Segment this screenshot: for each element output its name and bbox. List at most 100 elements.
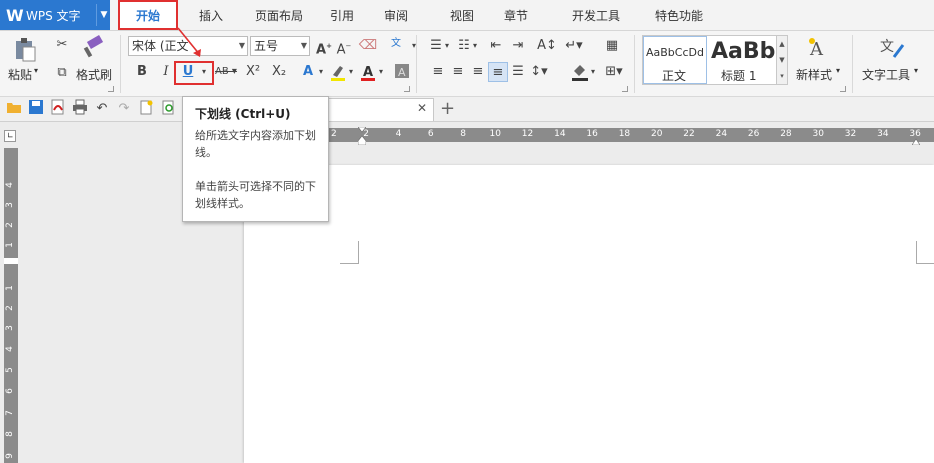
new-tab-icon[interactable]: + (440, 98, 455, 119)
font-color-icon[interactable]: A (358, 62, 378, 82)
document-tab[interactable]: ✕ (320, 98, 434, 121)
ruler-tick-label: 14 (554, 129, 566, 139)
svg-text:A: A (363, 65, 373, 80)
text-tools-icon[interactable]: 文 (878, 35, 906, 61)
right-indent-marker[interactable] (911, 134, 921, 146)
vertical-ruler-margin-mark (4, 258, 18, 264)
ruler-tick-label: 8 (460, 129, 466, 139)
menu-tab[interactable]: 特色功能 (642, 0, 716, 30)
styles-launcher-icon[interactable] (840, 86, 846, 92)
menu-tab[interactable]: 引用 (320, 0, 364, 30)
ruler-tick-label: 24 (715, 129, 728, 139)
table-icon[interactable]: ▦ (602, 36, 622, 56)
align-left-icon[interactable]: ≡ (428, 62, 448, 82)
style-gallery-scroll[interactable]: ▲ ▼ ▾ (776, 35, 788, 85)
menu-tab[interactable]: 章节 (492, 0, 540, 30)
chevron-down-icon[interactable]: ▾ (836, 66, 840, 75)
ruler-tick-label: 4 (4, 182, 15, 188)
style-normal-label: 正文 (662, 69, 687, 83)
ruler-tick-label: 34 (877, 129, 889, 139)
copy-icon[interactable]: ⧉ (52, 63, 72, 83)
italic-button[interactable]: I (156, 62, 176, 82)
left-indent-marker[interactable] (357, 126, 367, 146)
line-spacing-icon[interactable]: ↕▾ (528, 62, 550, 82)
highlight-icon[interactable] (328, 62, 348, 82)
ruler-tick-label: 28 (780, 129, 792, 139)
format-painter-icon[interactable] (80, 35, 106, 61)
svg-text:文: 文 (880, 39, 894, 55)
font-size-combo[interactable]: 五号 ▼ (250, 36, 310, 56)
ruler-tick-label: 30 (812, 129, 824, 139)
menu-tab[interactable]: 开始 (118, 0, 178, 30)
app-menu-button[interactable]: W WPS 文字 ▼ (0, 0, 110, 30)
chevron-down-icon[interactable]: ▾ (316, 62, 326, 82)
chevron-down-icon[interactable]: ▾ (442, 36, 452, 56)
style-normal[interactable]: AaBbCcDd 正文 (643, 36, 707, 84)
format-painter-button[interactable]: 格式刷 (76, 66, 112, 83)
superscript-button[interactable]: X² (242, 62, 264, 82)
menu-tab[interactable]: 视图 (440, 0, 484, 30)
chevron-down-icon[interactable]: ▼ (239, 37, 245, 55)
ruler-tick-label: 26 (747, 129, 760, 139)
chevron-down-icon[interactable]: ▼ (96, 4, 111, 26)
chevron-down-icon[interactable]: ▾ (588, 62, 598, 82)
close-icon[interactable]: ✕ (417, 101, 427, 115)
show-marks-icon[interactable]: ↵▾ (562, 36, 586, 56)
border-icon[interactable]: ⊞▾ (602, 62, 626, 82)
paste-button[interactable]: 粘贴 (8, 66, 32, 83)
align-right-icon[interactable]: ≡ (468, 62, 488, 82)
new-style-button[interactable]: 新样式 (796, 66, 832, 83)
new-document-icon[interactable] (136, 99, 156, 119)
chevron-down-icon[interactable]: ▾ (470, 36, 480, 56)
paste-icon[interactable] (12, 35, 38, 63)
decrease-indent-icon[interactable]: ⇤ (486, 36, 506, 56)
chevron-down-icon[interactable]: ▾ (376, 62, 386, 82)
save-icon[interactable] (26, 99, 46, 119)
document-page[interactable] (244, 165, 934, 463)
text-tools-button[interactable]: 文字工具 (862, 66, 910, 83)
font-launcher-icon[interactable] (404, 86, 410, 92)
chevron-down-icon[interactable]: ▾ (404, 36, 424, 56)
ruler-tick-label: 2 (4, 222, 15, 228)
style-heading-1[interactable]: AaBb 标题 1 (708, 36, 778, 84)
open-folder-icon[interactable] (4, 99, 24, 119)
paragraph-launcher-icon[interactable] (622, 86, 628, 92)
ruler-tick-label: 4 (4, 346, 15, 352)
tab-stop-selector[interactable]: ∟ (4, 130, 16, 142)
menu-tab[interactable]: 页面布局 (246, 0, 312, 30)
phonetic-guide-icon[interactable]: 文 (386, 34, 406, 54)
distribute-icon[interactable]: ☰ (508, 62, 528, 82)
annotation-arrow-icon (177, 27, 201, 57)
chevron-down-icon[interactable]: ▾ (914, 66, 918, 75)
align-center-icon[interactable]: ≡ (448, 62, 468, 82)
redo-icon[interactable]: ↷ (114, 99, 134, 119)
clipboard-launcher-icon[interactable] (108, 86, 114, 92)
justify-icon[interactable]: ≡ (488, 62, 508, 82)
chevron-down-icon[interactable]: ▾ (346, 62, 356, 82)
grow-font-icon[interactable]: A+ (314, 36, 334, 57)
ruler-tick-label: 7 (4, 410, 15, 416)
sort-icon[interactable]: A↕ (534, 36, 560, 56)
clear-format-icon[interactable]: ⌫ (358, 36, 378, 56)
undo-icon[interactable]: ↶ (92, 99, 112, 119)
style-heading-label: 标题 1 (721, 69, 757, 83)
new-style-icon[interactable]: A (804, 35, 832, 61)
char-shading-icon[interactable]: A (392, 62, 412, 82)
text-effect-icon[interactable]: A (298, 62, 318, 82)
menu-tab[interactable]: 开发工具 (560, 0, 632, 30)
paragraph-shading-icon[interactable] (570, 62, 590, 82)
chevron-down-icon[interactable]: ▼ (301, 37, 307, 55)
strikethrough-icon[interactable]: AB ▾ (212, 62, 240, 82)
underline-highlight-box (174, 61, 214, 85)
shrink-font-icon[interactable]: A− (334, 36, 354, 57)
increase-indent-icon[interactable]: ⇥ (508, 36, 528, 56)
print-preview-icon[interactable] (158, 99, 178, 119)
cut-icon[interactable]: ✂ (52, 35, 72, 55)
menu-tab[interactable]: 审阅 (372, 0, 420, 30)
print-icon[interactable] (70, 99, 90, 119)
subscript-button[interactable]: X₂ (268, 62, 290, 82)
export-pdf-icon[interactable] (48, 99, 68, 119)
ribbon: 粘贴 ▾ ✂ ⧉ 格式刷 宋体 (正文 ▼ 五号 ▼ A+ A− ⌫ 文 ▾ B… (0, 31, 934, 97)
paste-dropdown-icon[interactable]: ▾ (34, 66, 38, 75)
bold-button[interactable]: B (132, 62, 152, 82)
